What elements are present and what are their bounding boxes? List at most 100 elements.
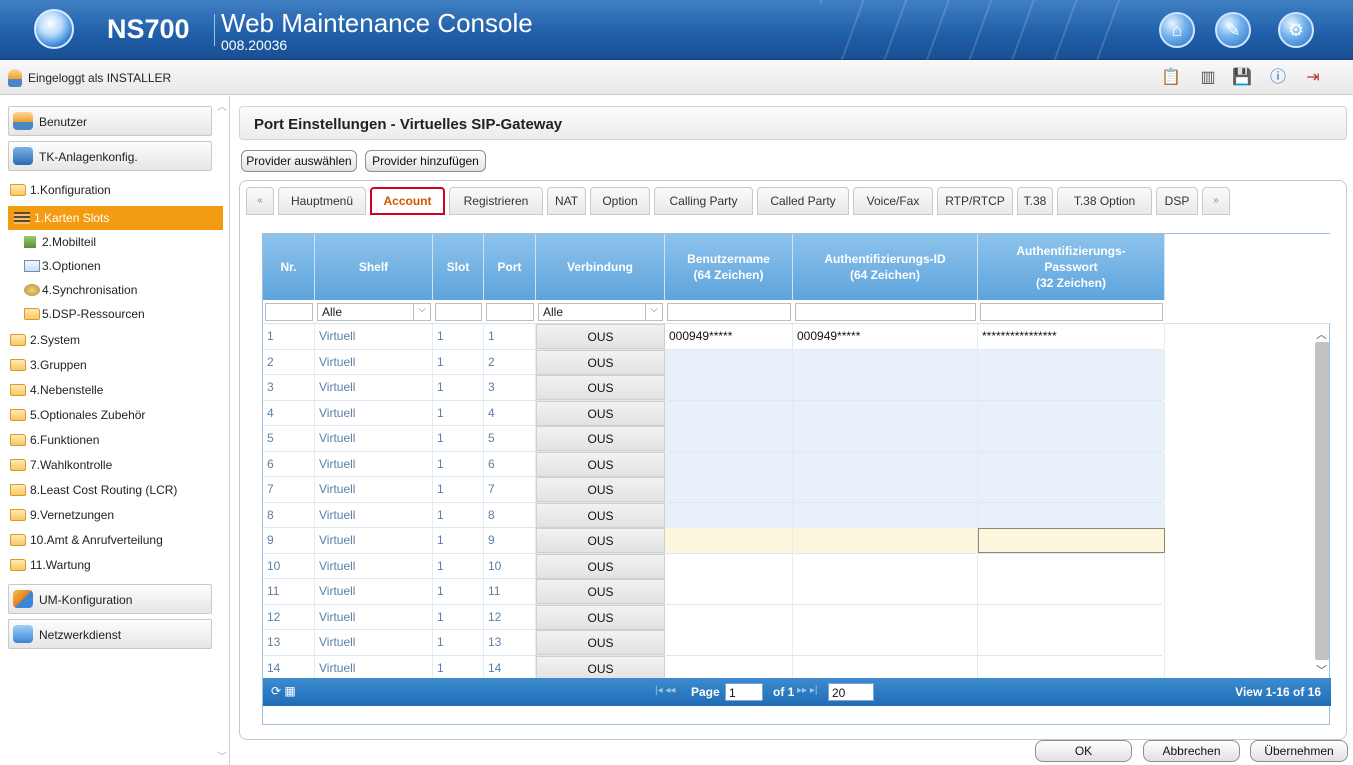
table-row[interactable]: 2 Virtuell 1 2 OUS (263, 349, 1165, 375)
filter-slot[interactable] (435, 303, 482, 321)
tab-account[interactable]: Account (370, 187, 445, 215)
server-icon[interactable]: ▥ (1197, 68, 1219, 88)
sidebar-group-um-konfiguration[interactable]: UM-Konfiguration (8, 584, 212, 614)
cell-auth[interactable] (793, 400, 978, 426)
table-row[interactable]: 6 Virtuell 1 6 OUS (263, 451, 1165, 477)
sidebar-item-konfiguration[interactable]: 1.Konfiguration (8, 178, 223, 202)
cell-conn[interactable]: OUS (536, 655, 665, 678)
apply-button[interactable]: Übernehmen (1250, 740, 1348, 762)
tab-calling-party[interactable]: Calling Party (654, 187, 753, 215)
cell-user[interactable] (665, 528, 793, 553)
sidebar-item-dsp-ressourcen[interactable]: 5.DSP-Ressourcen (8, 302, 223, 326)
cell-user[interactable] (665, 426, 793, 451)
cell-user[interactable] (665, 579, 793, 604)
tab-option[interactable]: Option (590, 187, 650, 215)
refresh-icon[interactable]: ⟳ ▦ (271, 684, 296, 698)
table-row[interactable]: 10 Virtuell 1 10 OUS (263, 553, 1165, 579)
tab-nat[interactable]: NAT (547, 187, 586, 215)
save-icon[interactable]: 💾 (1231, 68, 1253, 88)
cell-pass[interactable] (978, 451, 1165, 477)
page-input[interactable]: 1 (725, 683, 763, 701)
sidebar-item-funktionen[interactable]: 6.Funktionen (8, 428, 223, 452)
tab-dsp[interactable]: DSP (1156, 187, 1198, 215)
table-row[interactable]: 8 Virtuell 1 8 OUS (263, 502, 1165, 528)
table-row[interactable]: 9 Virtuell 1 9 OUS (263, 528, 1165, 554)
clipboard-icon[interactable]: 📋 (1160, 68, 1182, 88)
cell-pass[interactable] (978, 349, 1165, 375)
filter-verbindung-select[interactable]: Alle (538, 303, 663, 321)
cell-user[interactable] (665, 400, 793, 426)
first-prev-icon[interactable]: |◂ ◂◂ (655, 685, 675, 696)
home-icon[interactable]: ⌂ (1159, 12, 1195, 48)
wrench-icon[interactable]: ✎ (1215, 12, 1251, 48)
cell-conn[interactable]: OUS (536, 579, 665, 604)
sidebar-item-vernetzungen[interactable]: 9.Vernetzungen (8, 503, 223, 527)
sidebar-group-tk-anlagenkonfig[interactable]: TK-Anlagenkonfig. (8, 141, 212, 171)
table-row[interactable]: 11 Virtuell 1 11 OUS (263, 579, 1165, 605)
cell-user[interactable] (665, 349, 793, 375)
cell-user[interactable] (665, 451, 793, 477)
exit-icon[interactable]: ⇥ (1302, 68, 1324, 88)
filter-auth-password[interactable] (980, 303, 1163, 321)
sidebar-group-netzwerkdienst[interactable]: Netzwerkdienst (8, 619, 212, 649)
table-scrollbar[interactable]: ︿ ﹀ (1313, 324, 1330, 678)
filter-benutzername[interactable] (667, 303, 791, 321)
tab-t38[interactable]: T.38 (1017, 187, 1053, 215)
cell-pass[interactable] (978, 426, 1165, 451)
cell-conn[interactable]: OUS (536, 502, 665, 528)
sidebar-group-benutzer[interactable]: Benutzer (8, 106, 212, 136)
sidebar-item-synchronisation[interactable]: 4.Synchronisation (8, 278, 223, 302)
cell-pass[interactable] (978, 502, 1165, 528)
cell-auth[interactable] (793, 655, 978, 678)
filter-port[interactable] (486, 303, 534, 321)
cell-pass[interactable]: **************** (978, 324, 1165, 349)
cell-auth[interactable] (793, 451, 978, 477)
column-header-nr[interactable]: Nr. (263, 234, 315, 300)
cell-conn[interactable]: OUS (536, 426, 665, 451)
cell-pass[interactable] (978, 375, 1165, 400)
table-row[interactable]: 14 Virtuell 1 14 OUS (263, 655, 1165, 678)
tab-scroll-right[interactable]: » (1202, 187, 1230, 215)
cell-auth[interactable] (793, 553, 978, 579)
cell-conn[interactable]: OUS (536, 349, 665, 375)
chevron-down-icon[interactable]: ﹀ (217, 748, 227, 763)
sidebar-item-system[interactable]: 2.System (8, 328, 223, 352)
column-header-slot[interactable]: Slot (433, 234, 484, 300)
info-icon[interactable]: ⓘ (1267, 68, 1289, 88)
cell-pass[interactable] (978, 553, 1165, 579)
sidebar-item-optionales-zubehoer[interactable]: 5.Optionales Zubehör (8, 403, 223, 427)
cell-auth[interactable] (793, 477, 978, 502)
cell-user[interactable] (665, 630, 793, 655)
gear-icon[interactable]: ⚙ (1278, 12, 1314, 48)
sidebar-item-wartung[interactable]: 11.Wartung (8, 553, 223, 577)
cell-conn[interactable]: OUS (536, 451, 665, 477)
sidebar-item-wahlkontrolle[interactable]: 7.Wahlkontrolle (8, 453, 223, 477)
table-row[interactable]: 13 Virtuell 1 13 OUS (263, 630, 1165, 656)
cell-auth[interactable] (793, 579, 978, 604)
tab-scroll-left[interactable]: « (246, 187, 274, 215)
cell-auth[interactable] (793, 630, 978, 655)
page-size-select[interactable]: 20 (828, 683, 874, 701)
cell-conn[interactable]: OUS (536, 477, 665, 502)
cell-conn[interactable]: OUS (536, 553, 665, 579)
cell-conn[interactable]: OUS (536, 604, 665, 630)
cell-conn[interactable]: OUS (536, 400, 665, 426)
scrollbar-thumb[interactable] (1315, 342, 1329, 660)
cell-conn[interactable]: OUS (536, 324, 665, 349)
tab-t38-option[interactable]: T.38 Option (1057, 187, 1152, 215)
cell-conn[interactable]: OUS (536, 375, 665, 400)
table-row[interactable]: 4 Virtuell 1 4 OUS (263, 400, 1165, 426)
column-header-port[interactable]: Port (484, 234, 536, 300)
cell-pass[interactable] (978, 630, 1165, 655)
cell-conn[interactable]: OUS (536, 528, 665, 553)
cell-auth[interactable] (793, 349, 978, 375)
tab-registrieren[interactable]: Registrieren (449, 187, 543, 215)
column-header-shelf[interactable]: Shelf (315, 234, 433, 300)
table-row[interactable]: 3 Virtuell 1 3 OUS (263, 375, 1165, 401)
sidebar-item-gruppen[interactable]: 3.Gruppen (8, 353, 223, 377)
column-header-auth-password[interactable]: Authentifizierungs- Passwort (32 Zeichen… (978, 234, 1165, 300)
ok-button[interactable]: OK (1035, 740, 1132, 762)
table-row[interactable]: 12 Virtuell 1 12 OUS (263, 604, 1165, 630)
tab-hauptmenu[interactable]: Hauptmenü (278, 187, 366, 215)
cell-user[interactable] (665, 655, 793, 678)
